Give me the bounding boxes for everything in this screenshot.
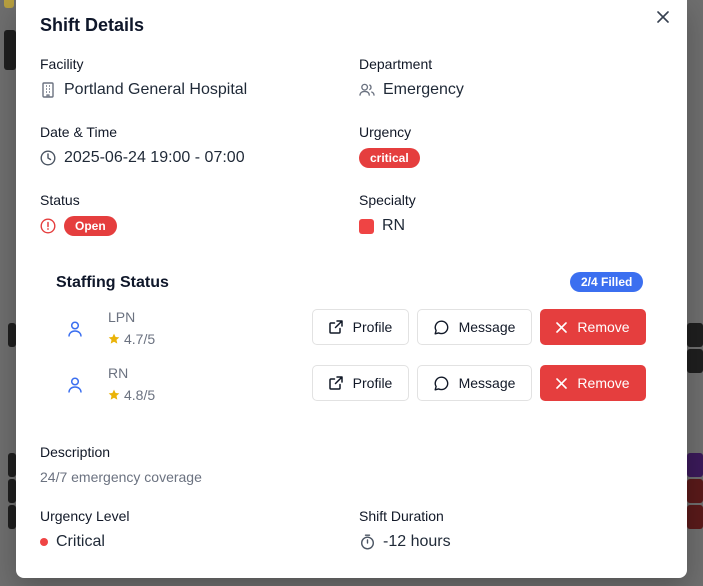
message-circle-icon xyxy=(434,319,448,334)
staff-rating-value: 4.7/5 xyxy=(124,331,156,347)
department-label: Department xyxy=(359,56,433,72)
background-fragment xyxy=(687,323,703,347)
close-button[interactable] xyxy=(654,8,672,26)
shift-details-modal: Shift Details Facility Portland General … xyxy=(16,0,687,578)
department-field: Department Emergency xyxy=(359,56,464,99)
datetime-field: Date & Time 2025-06-24 19:00 - 07:00 xyxy=(40,124,245,167)
alert-circle-icon xyxy=(40,218,56,234)
shift-duration-field: Shift Duration -12 hours xyxy=(359,508,451,551)
background-fragment xyxy=(4,30,16,70)
building-icon xyxy=(40,82,56,98)
urgency-level-field: Urgency Level Critical xyxy=(40,508,130,551)
user-icon xyxy=(66,320,84,338)
star-icon xyxy=(108,389,120,400)
status-field: Status Open xyxy=(40,192,117,236)
staff-role: RN xyxy=(108,365,129,381)
message-button-label: Message xyxy=(458,375,516,391)
profile-button-label: Profile xyxy=(352,375,393,391)
remove-button[interactable]: Remove xyxy=(540,365,646,401)
user-icon xyxy=(66,376,84,394)
urgency-level-label: Urgency Level xyxy=(40,508,130,524)
profile-button-label: Profile xyxy=(352,319,393,335)
staff-row: RN 4.8/5 Profile Message Remove xyxy=(56,365,646,405)
message-circle-icon xyxy=(434,375,448,390)
status-badge: Open xyxy=(64,216,117,236)
facility-value: Portland General Hospital xyxy=(64,81,248,98)
urgency-level-value: Critical xyxy=(56,533,105,550)
background-fragment xyxy=(8,479,16,503)
external-link-icon xyxy=(328,376,343,390)
datetime-value: 2025-06-24 19:00 - 07:00 xyxy=(64,149,245,166)
staff-rating-value: 4.8/5 xyxy=(124,387,156,403)
background-fragment xyxy=(4,0,14,8)
background-fragment xyxy=(687,505,703,529)
modal-title: Shift Details xyxy=(40,15,145,35)
background-fragment xyxy=(687,349,703,373)
x-icon xyxy=(556,321,568,333)
specialty-field: Specialty RN xyxy=(359,192,416,235)
staff-rating: 4.8/5 xyxy=(108,387,155,403)
staff-role: LPN xyxy=(108,309,136,325)
clock-icon xyxy=(40,150,56,166)
x-icon xyxy=(556,377,568,389)
urgency-label: Urgency xyxy=(359,124,412,140)
filled-badge: 2/4 Filled xyxy=(570,272,644,292)
specialty-color-swatch xyxy=(359,218,374,234)
timer-icon xyxy=(359,534,375,550)
staff-rating: 4.7/5 xyxy=(108,331,155,347)
message-button[interactable]: Message xyxy=(417,309,532,345)
facility-label: Facility xyxy=(40,56,84,72)
specialty-label: Specialty xyxy=(359,192,416,208)
facility-field: Facility Portland General Hospital xyxy=(40,56,247,99)
profile-button[interactable]: Profile xyxy=(312,309,409,345)
status-label: Status xyxy=(40,192,80,208)
users-icon xyxy=(359,82,375,98)
background-fragment xyxy=(8,323,16,347)
urgency-dot-icon xyxy=(40,538,48,546)
specialty-value: RN xyxy=(382,217,406,234)
department-value: Emergency xyxy=(383,81,464,98)
background-fragment xyxy=(687,479,703,503)
remove-button[interactable]: Remove xyxy=(540,309,646,345)
urgency-badge: critical xyxy=(359,148,420,168)
message-button[interactable]: Message xyxy=(417,365,532,401)
profile-button[interactable]: Profile xyxy=(312,365,409,401)
datetime-label: Date & Time xyxy=(40,124,118,140)
staffing-status-title: Staffing Status xyxy=(56,274,169,291)
star-icon xyxy=(108,333,120,344)
background-fragment xyxy=(687,453,703,477)
remove-button-label: Remove xyxy=(577,319,630,335)
remove-button-label: Remove xyxy=(577,375,630,391)
background-fragment xyxy=(8,453,16,477)
shift-duration-label: Shift Duration xyxy=(359,508,444,524)
external-link-icon xyxy=(328,320,343,334)
staff-row: LPN 4.7/5 Profile Message Remove xyxy=(56,309,646,349)
message-button-label: Message xyxy=(458,319,516,335)
description-text: 24/7 emergency coverage xyxy=(40,469,202,485)
shift-duration-value: -12 hours xyxy=(383,533,451,550)
background-fragment xyxy=(8,505,16,529)
urgency-field: Urgency critical xyxy=(359,124,420,168)
close-icon xyxy=(657,11,669,23)
description-label: Description xyxy=(40,444,111,460)
